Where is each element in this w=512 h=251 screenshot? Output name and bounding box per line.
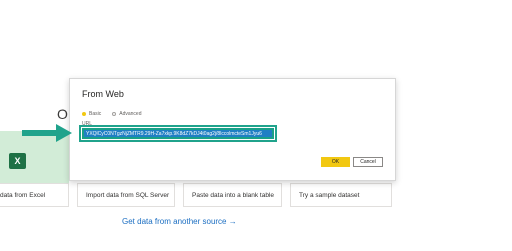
get-data-another-source-link[interactable]: Get data from another source →	[122, 217, 237, 226]
url-label: URL	[82, 121, 93, 127]
dialog-title: From Web	[82, 89, 124, 99]
card-sample-dataset-label: Try a sample dataset	[299, 191, 360, 199]
ok-button[interactable]: OK	[321, 157, 350, 167]
from-web-dialog: From Web Basic Advanced URL OK Cancel	[69, 78, 396, 181]
radio-basic-label[interactable]: Basic	[89, 111, 101, 117]
card-import-sql-server[interactable]: Import data from SQL Server	[77, 183, 175, 207]
get-data-heading-partial: O	[57, 106, 68, 122]
card-paste-blank-table-label: Paste data into a blank table	[192, 191, 275, 199]
card-import-excel[interactable]: data from Excel	[0, 183, 69, 207]
excel-icon: X	[9, 153, 26, 169]
card-import-sql-server-label: Import data from SQL Server	[86, 191, 170, 199]
radio-advanced[interactable]	[112, 112, 117, 116]
card-import-excel-label: data from Excel	[0, 191, 46, 199]
cancel-button[interactable]: Cancel	[353, 157, 383, 167]
card-paste-blank-table[interactable]: Paste data into a blank table	[183, 183, 282, 207]
radio-advanced-label[interactable]: Advanced	[119, 111, 141, 117]
card-sample-dataset[interactable]: Try a sample dataset	[290, 183, 392, 207]
url-input[interactable]	[82, 128, 274, 139]
callout-arrow-icon	[22, 124, 72, 142]
radio-basic[interactable]	[82, 112, 86, 116]
mode-radio-group: Basic Advanced	[82, 110, 141, 118]
